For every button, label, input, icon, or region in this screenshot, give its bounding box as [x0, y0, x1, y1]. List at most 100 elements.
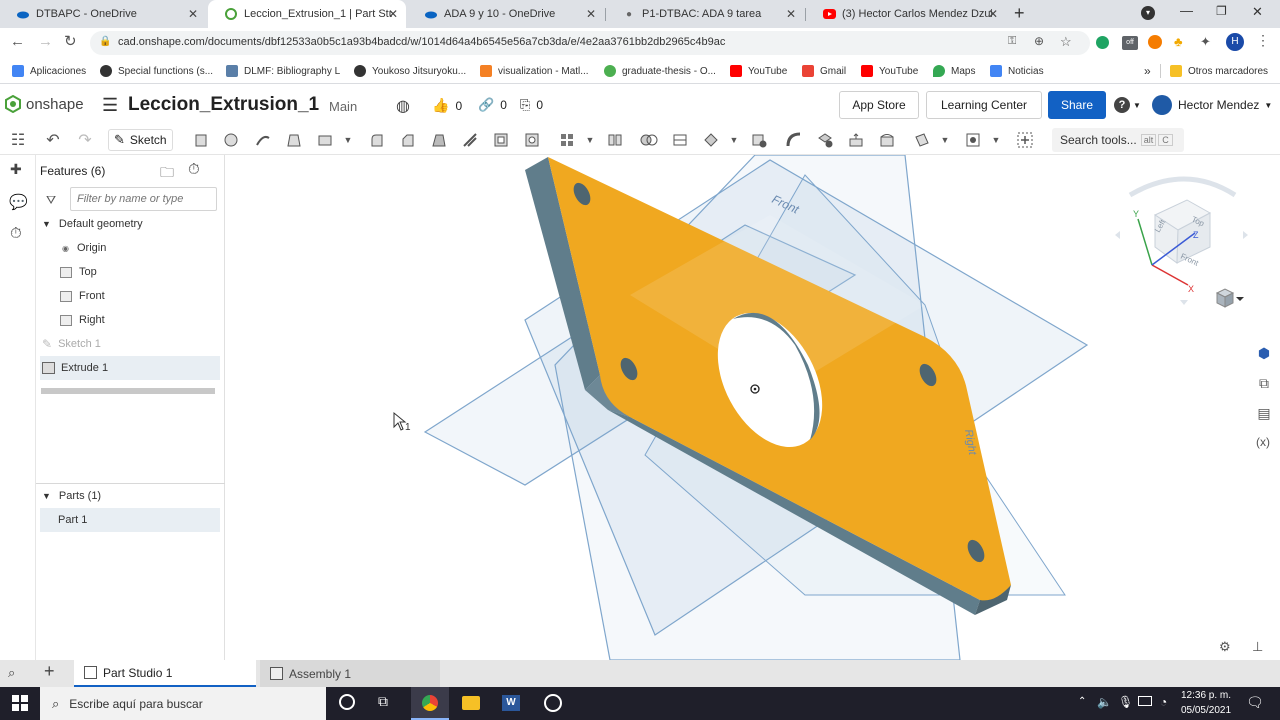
view-cube[interactable]: Top Left Front Y X Z — [1115, 176, 1248, 305]
draft-icon[interactable] — [428, 129, 450, 151]
bookmark-youtube-1[interactable]: YouTube — [730, 58, 787, 84]
measure-icon[interactable]: ⊥ — [1252, 639, 1263, 655]
file-explorer-icon[interactable] — [462, 696, 480, 710]
new-tab-button[interactable]: + — [1014, 3, 1025, 24]
fillet-icon[interactable] — [366, 129, 388, 151]
taskbar-chrome[interactable] — [411, 687, 449, 720]
chamfer-icon[interactable] — [397, 129, 419, 151]
boolean-icon[interactable] — [638, 129, 660, 151]
browser-tab-2-active[interactable]: Leccion_Extrusion_1 | Part Studio ✕ — [208, 0, 406, 28]
filter-icon[interactable]: ⛛ — [46, 193, 56, 208]
bookmark-noticias[interactable]: Noticias — [990, 58, 1044, 84]
hole-icon[interactable] — [521, 129, 543, 151]
learning-center-button[interactable]: Learning Center — [926, 91, 1042, 119]
feature-origin[interactable]: ◉ Origin — [62, 236, 242, 260]
extension-off-icon[interactable]: off — [1122, 36, 1138, 50]
tab-search-icon[interactable]: ▾ — [1141, 6, 1155, 20]
taskbar-search-box[interactable]: ⌕ Escribe aquí para buscar — [40, 687, 326, 720]
browser-tab-3[interactable]: ADA 9 y 10 - OneDrive ✕ — [408, 0, 604, 28]
extensions-puzzle-icon[interactable]: ✦ — [1200, 34, 1211, 50]
chrome-menu-icon[interactable]: ⋮ — [1256, 32, 1270, 49]
taskbar-date[interactable]: 05/05/2021 — [1178, 705, 1234, 716]
extension-grammarly-icon[interactable] — [1096, 36, 1109, 49]
loft-icon[interactable] — [283, 129, 305, 151]
delete-face-icon[interactable] — [814, 129, 836, 151]
branch-label[interactable]: Main — [329, 99, 357, 114]
graphics-settings-icon[interactable]: ⚙ — [1219, 639, 1231, 655]
tab-manager-icon[interactable]: ⌕ — [8, 665, 15, 681]
undo-icon[interactable]: ↶ — [42, 129, 64, 151]
move-face-icon[interactable] — [845, 129, 867, 151]
close-window-icon[interactable]: ✕ — [1252, 4, 1263, 20]
thicken-icon[interactable] — [314, 129, 336, 151]
windows-start-icon[interactable] — [12, 695, 28, 714]
part-list-item[interactable]: Part 1 — [40, 508, 220, 532]
feature-filter-input[interactable] — [70, 187, 217, 211]
help-menu[interactable]: ? ▼ — [1114, 97, 1141, 113]
close-tab-icon[interactable]: ✕ — [388, 7, 398, 21]
variables-icon[interactable]: (x) — [1251, 435, 1275, 457]
tab-assembly-1[interactable]: Assembly 1 — [260, 660, 440, 687]
new-folder-icon[interactable]: 🗀 — [160, 162, 174, 186]
feature-right-plane[interactable]: Right — [60, 308, 240, 332]
chevron-down-icon[interactable]: ▼ — [934, 129, 956, 151]
bookmark-dlmf[interactable]: DLMF: Bibliography L — [226, 58, 340, 84]
tab-part-studio-1[interactable]: Part Studio 1 — [74, 660, 256, 687]
mirror-icon[interactable] — [604, 129, 626, 151]
bom-icon[interactable]: ▤ — [1253, 405, 1275, 427]
microphone-icon[interactable]: 🎙 — [1118, 695, 1133, 709]
user-menu[interactable]: Hector Mendez ▼ — [1152, 95, 1272, 115]
revolve-icon[interactable] — [220, 129, 242, 151]
key-icon[interactable]: ⚿ — [1008, 35, 1016, 48]
bookmark-maps[interactable]: Maps — [933, 58, 975, 84]
pattern-icon[interactable] — [556, 129, 578, 151]
transform-icon[interactable] — [700, 129, 722, 151]
wifi-icon[interactable]: ◔ — [1160, 695, 1167, 709]
search-tools-input[interactable]: Search tools... alt C — [1052, 128, 1184, 152]
split-icon[interactable] — [669, 129, 691, 151]
extrude-icon[interactable] — [190, 129, 212, 151]
appearance-panel-icon[interactable]: ⬢ — [1253, 345, 1275, 367]
configurations-icon[interactable]: ✚ — [10, 161, 22, 178]
hamburger-menu-icon[interactable]: ☰ — [102, 95, 118, 116]
onshape-logo[interactable]: onshape — [4, 95, 84, 113]
add-tab-button[interactable]: + — [44, 661, 55, 682]
rollback-stopwatch-icon[interactable]: ⏱ — [188, 161, 200, 178]
taskbar-time[interactable]: 12:36 p. m. — [1178, 690, 1234, 701]
3d-scene[interactable]: Front Right 1 Top Left Front Y X Z — [225, 155, 1280, 660]
sketch-button[interactable]: ✎ Sketch — [108, 129, 173, 151]
parts-group[interactable]: ▼ Parts (1) — [40, 484, 220, 508]
app-store-button[interactable]: App Store — [839, 91, 919, 119]
mass-properties-icon[interactable]: ⧉ — [1253, 375, 1275, 397]
plane-icon[interactable] — [911, 129, 933, 151]
show-hidden-icons[interactable]: ⌃ — [1078, 696, 1086, 707]
bookmark-graduate-thesis[interactable]: graduate-thesis - O... — [604, 58, 716, 84]
bookmark-star-icon[interactable]: ☆ — [1060, 34, 1072, 50]
notifications-icon[interactable]: 🗨 — [1246, 694, 1264, 711]
history-stopwatch-icon[interactable]: ⏱ — [10, 225, 22, 242]
feature-sketch-1[interactable]: ✎ Sketch 1 — [40, 332, 220, 356]
chevron-down-icon[interactable]: ▼ — [337, 129, 359, 151]
cortana-icon[interactable] — [339, 694, 355, 710]
feature-front-plane[interactable]: Front — [60, 284, 240, 308]
url-text[interactable]: cad.onshape.com/documents/dbf12533a0b5c1… — [118, 36, 725, 48]
profile-avatar[interactable]: H — [1226, 33, 1244, 51]
back-icon[interactable]: ← — [10, 33, 25, 50]
zoom-icon[interactable]: ⊕ — [1034, 34, 1044, 48]
maximize-icon[interactable]: ❐ — [1216, 4, 1227, 18]
likes-counter[interactable]: 👍 0 — [432, 97, 462, 114]
links-counter[interactable]: 🔗 0 — [478, 97, 507, 113]
task-view-icon[interactable]: ⧉ — [378, 693, 388, 710]
default-geometry-group[interactable]: ▼ Default geometry — [40, 212, 220, 236]
close-tab-icon[interactable]: ✕ — [188, 7, 198, 21]
bookmark-visualization[interactable]: visualization - Matl... — [480, 58, 589, 84]
add-custom-feature-icon[interactable] — [1014, 129, 1036, 151]
rib-icon[interactable] — [459, 129, 481, 151]
reload-icon[interactable]: ↻ — [64, 32, 77, 50]
forward-icon[interactable]: → — [38, 33, 53, 50]
bookmark-special-functions[interactable]: Special functions (s... — [100, 58, 213, 84]
globe-icon[interactable]: ◍ — [396, 96, 410, 116]
bookmark-gmail[interactable]: Gmail — [802, 58, 846, 84]
feature-top-plane[interactable]: Top — [60, 260, 240, 284]
close-tab-icon[interactable]: ✕ — [786, 7, 796, 21]
